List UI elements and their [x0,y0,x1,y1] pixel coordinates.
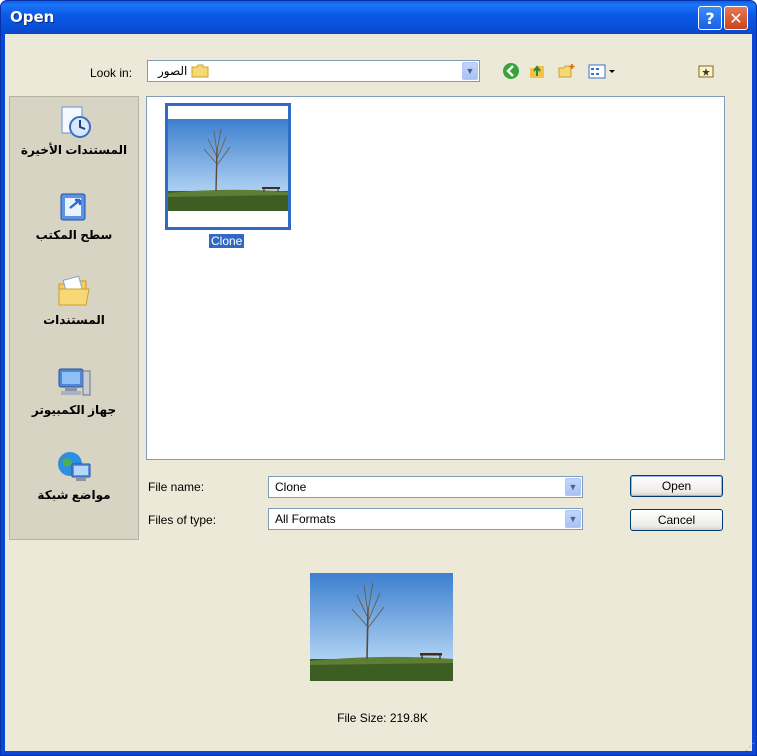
places-bar: المستندات الأخيرة سطح المكتب المستندات ج… [9,96,139,540]
place-label: جهاز الكمبيوتر [31,403,117,417]
recent-documents-icon [56,105,92,139]
tree-photo-thumbnail [168,119,288,211]
documents-icon [56,275,92,309]
pin-icon[interactable] [697,62,715,80]
computer-icon [56,365,92,399]
place-desktop[interactable]: سطح المكتب [10,190,138,242]
chevron-down-icon[interactable]: ▼ [565,510,581,528]
place-label: سطح المكتب [35,228,113,242]
cancel-button[interactable]: Cancel [630,509,723,531]
window-title: Open [10,8,55,26]
place-label: المستندات [43,313,105,327]
image-preview [310,573,453,681]
filename-label: File name: [148,480,205,494]
title-bar[interactable]: Open ? ✕ [1,1,756,34]
filetype-select[interactable]: All Formats ▼ [268,508,583,530]
file-thumbnail[interactable] [165,103,291,230]
file-size-text: File Size: 219.8K [337,711,428,725]
help-button[interactable]: ? [698,6,722,30]
lookin-label: Look in: [90,66,133,80]
place-label: مواضع شبكة [37,488,111,502]
filename-value: Clone [275,480,307,494]
filetype-value: All Formats [275,512,336,526]
place-recent-documents[interactable]: المستندات الأخيرة [10,105,138,157]
file-name-label[interactable]: Clone [209,234,245,248]
open-button[interactable]: Open [630,475,723,497]
lookin-combo[interactable]: الصور ▼ [147,60,480,82]
new-folder-icon[interactable] [558,62,576,80]
chevron-down-icon[interactable]: ▼ [462,62,478,80]
resize-grip-icon[interactable]: ⋰ [745,742,755,753]
filename-input[interactable]: Clone ▼ [268,476,583,498]
close-button[interactable]: ✕ [724,6,748,30]
place-my-computer[interactable]: جهاز الكمبيوتر [10,365,138,417]
lookin-value: الصور [158,64,188,78]
place-network-places[interactable]: مواضع شبكة [10,450,138,502]
chevron-down-icon[interactable]: ▼ [565,478,581,496]
filetype-label: Files of type: [148,513,217,527]
desktop-icon [56,190,92,224]
back-icon[interactable] [502,62,520,80]
up-folder-icon[interactable] [528,62,546,80]
file-list[interactable]: Clone [146,96,725,460]
place-documents[interactable]: المستندات [10,275,138,327]
folder-icon [191,64,209,78]
network-places-icon [56,450,92,484]
place-label: المستندات الأخيرة [20,143,128,157]
views-menu-icon[interactable] [587,62,621,80]
